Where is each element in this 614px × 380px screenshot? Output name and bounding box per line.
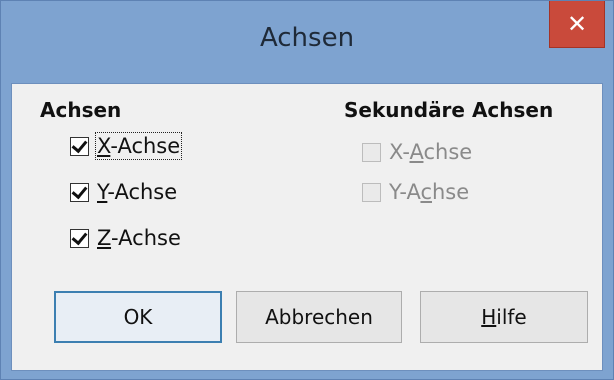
checkbox-x-axis-label: X-Achse [94,132,183,160]
checkbox-z-axis-label: Z-Achse [97,226,181,250]
title-bar[interactable]: Achsen ✕ [1,1,613,83]
secondary-axes-heading: Sekundäre Achsen [344,98,554,122]
checkbox-x-axis-box[interactable] [70,136,89,156]
dialog-content: Achsen X-Achse Y-Achse Z-Achse Sekundäre… [11,83,603,371]
checkbox-z-axis-box[interactable] [70,228,89,248]
dialog-title: Achsen [259,23,355,53]
checkbox-x-axis[interactable]: X-Achse [70,132,183,160]
checkbox-y-axis-label: Y-Achse [97,180,178,204]
cancel-button[interactable]: Abbrechen [236,291,402,343]
checkbox-secondary-y-axis-box[interactable] [362,182,381,202]
close-icon[interactable]: ✕ [549,1,605,48]
checkbox-secondary-y-axis[interactable]: Y-Achse [362,180,469,204]
checkbox-secondary-x-axis-box[interactable] [362,142,381,162]
checkbox-z-axis[interactable]: Z-Achse [70,226,181,250]
ok-button[interactable]: OK [54,291,222,343]
primary-axes-heading: Achsen [40,98,122,122]
help-button[interactable]: Hilfe [420,291,588,343]
dialog-window: Achsen ✕ Achsen X-Achse Y-Achse Z-Achse … [0,0,614,380]
checkbox-secondary-x-axis[interactable]: X-Achse [362,140,472,164]
checkbox-y-axis-box[interactable] [70,182,89,202]
checkbox-y-axis[interactable]: Y-Achse [70,180,177,204]
checkbox-secondary-y-axis-label: Y-Achse [389,180,470,204]
checkbox-secondary-x-axis-label: X-Achse [389,140,473,164]
